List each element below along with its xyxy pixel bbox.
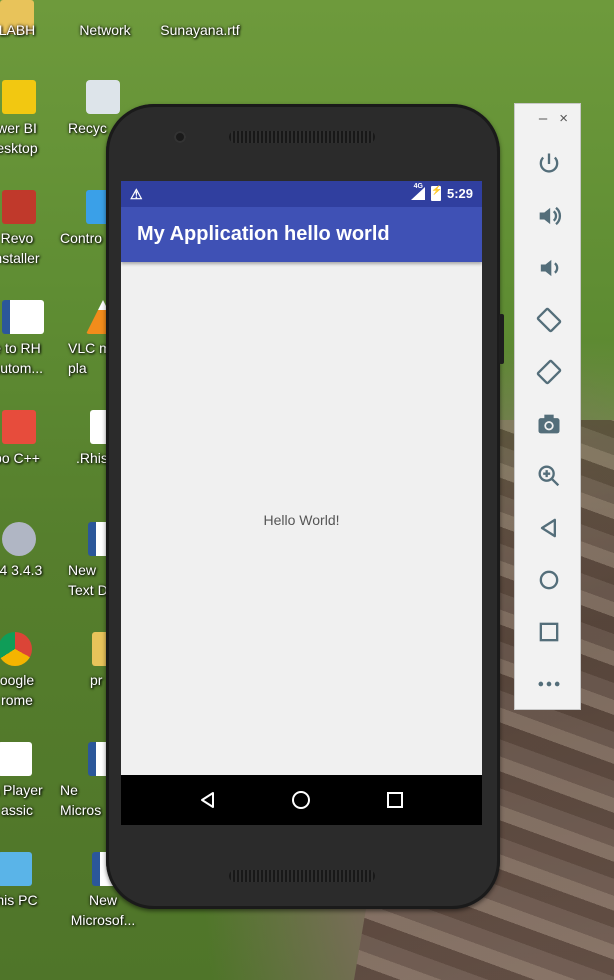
zoom-icon xyxy=(538,465,559,487)
battery-icon xyxy=(430,185,442,201)
network-type-label: 4G xyxy=(413,183,423,190)
home-circle-icon xyxy=(292,791,311,809)
close-button[interactable]: × xyxy=(559,110,568,138)
bottom-speaker xyxy=(229,870,375,882)
android-nav-bar xyxy=(121,775,482,825)
top-speaker xyxy=(229,131,375,143)
zoom-button[interactable] xyxy=(515,450,582,502)
screenshot-button[interactable] xyxy=(515,398,582,450)
turbo-cpp-icon xyxy=(2,410,36,444)
desktop-icon-this-pc[interactable]: his PC xyxy=(0,852,62,910)
front-camera xyxy=(174,131,186,143)
chrome-icon xyxy=(0,632,32,666)
home-icon xyxy=(539,570,558,590)
back-triangle-icon xyxy=(200,792,214,808)
desktop-icon-labh[interactable]: LABH xyxy=(0,0,62,40)
emulator-toolbar: – × xyxy=(514,103,581,710)
overview-button[interactable] xyxy=(515,606,582,658)
home-button[interactable] xyxy=(515,554,582,606)
desktop-icon-rh-autom[interactable]: e to RH Autom... xyxy=(0,300,62,378)
volume-up-icon xyxy=(539,206,561,226)
more-button[interactable] xyxy=(515,658,582,710)
desktop-icon-media-player[interactable]: a Player assic xyxy=(0,742,62,820)
status-bar: ⚠ 4G 5:29 xyxy=(121,181,482,207)
desktop-icon-sunayana[interactable]: Sunayana.rtf xyxy=(155,0,245,40)
desktop-icon-r[interactable]: 64 3.4.3 xyxy=(0,522,62,580)
camera-icon xyxy=(538,414,559,434)
revo-uninstaller-icon xyxy=(2,190,36,224)
more-icon xyxy=(538,681,559,687)
volume-down-icon xyxy=(540,259,558,277)
rotate-right-button[interactable] xyxy=(515,346,582,398)
back-button[interactable] xyxy=(515,502,582,554)
this-pc-icon xyxy=(0,852,32,886)
media-player-icon xyxy=(0,742,32,776)
desktop-icon-revo[interactable]: Revo nstaller xyxy=(0,190,62,268)
nav-back-button[interactable] xyxy=(188,780,228,820)
desktop-icon-chrome[interactable]: oogle rome xyxy=(0,632,62,710)
hello-world-text: Hello World! xyxy=(263,512,340,528)
rotate-left-button[interactable] xyxy=(515,294,582,346)
recycle-bin-icon xyxy=(86,80,120,114)
overview-icon xyxy=(539,622,558,642)
signal-icon: 4G xyxy=(410,183,425,200)
status-time: 5:29 xyxy=(446,186,473,201)
desktop-icon-network[interactable]: Network xyxy=(60,0,150,40)
minimize-button[interactable]: – xyxy=(539,110,547,138)
volume-down-button[interactable] xyxy=(515,242,582,294)
rotate-right-icon xyxy=(536,359,561,385)
app-bar-title: My Application hello world xyxy=(121,207,482,262)
side-power-button xyxy=(499,314,504,364)
emulator-screen[interactable]: ⚠ 4G 5:29 My Application hello world Hel… xyxy=(121,181,482,825)
desktop-icon-turbo-cpp[interactable]: bo C++ xyxy=(0,410,62,468)
volume-up-button[interactable] xyxy=(515,190,582,242)
back-icon xyxy=(540,518,556,538)
desktop-icon-power-bi[interactable]: wer BI esktop xyxy=(0,80,62,158)
nav-overview-button[interactable] xyxy=(375,780,415,820)
nav-home-button[interactable] xyxy=(281,780,321,820)
power-bi-icon xyxy=(2,80,36,114)
overview-square-icon xyxy=(387,792,404,808)
word-doc-icon xyxy=(2,300,44,334)
warning-icon: ⚠ xyxy=(130,186,143,202)
app-content: Hello World! xyxy=(121,262,482,775)
rotate-left-icon xyxy=(536,307,561,333)
r-icon xyxy=(2,522,36,556)
power-icon xyxy=(539,153,558,173)
power-button[interactable] xyxy=(515,138,582,190)
